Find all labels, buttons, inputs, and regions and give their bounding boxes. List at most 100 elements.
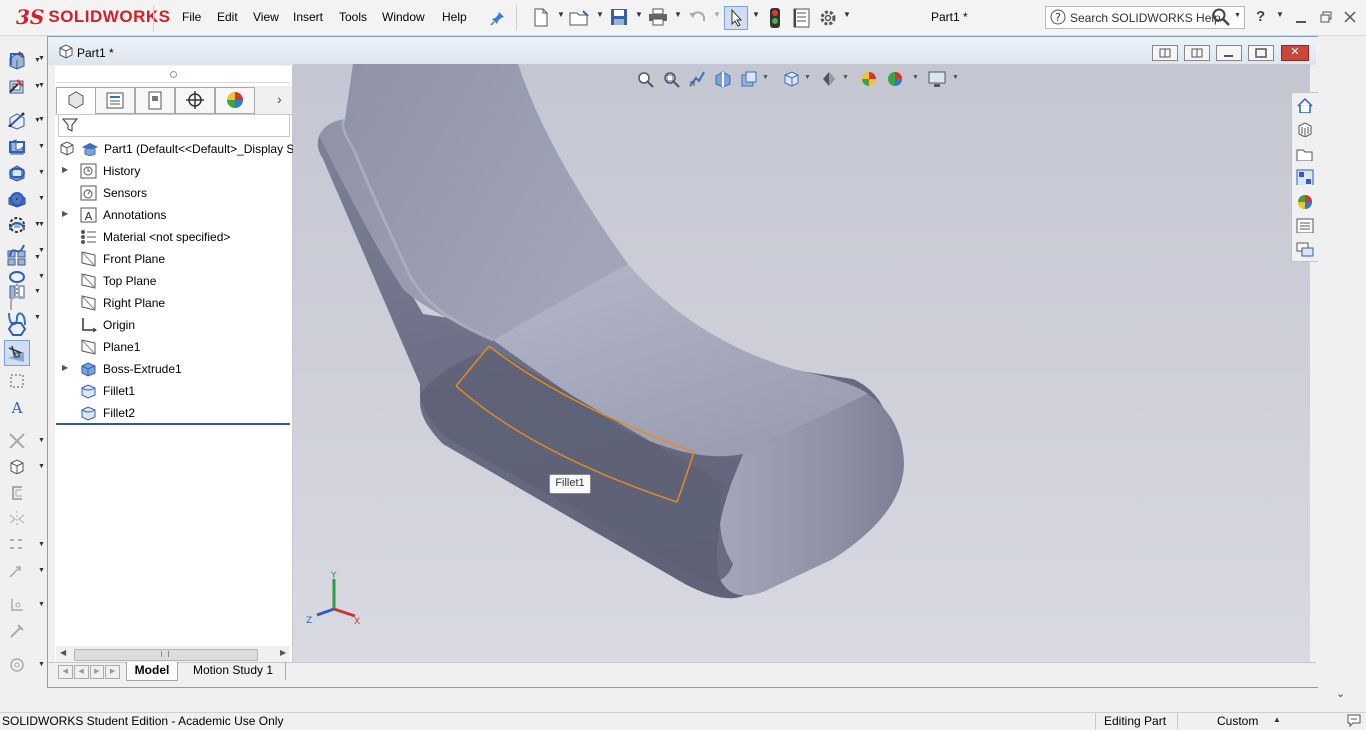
chevron-down-icon[interactable]: ▼ xyxy=(34,254,41,261)
menu-help[interactable]: Help xyxy=(442,10,467,24)
chevron-double-down-icon[interactable]: ⌄ xyxy=(1336,687,1345,700)
tab-configuration-manager[interactable] xyxy=(135,87,175,114)
expand-arrow-icon[interactable]: ▶ xyxy=(62,363,68,372)
menu-edit[interactable]: Edit xyxy=(217,10,238,24)
minimize-icon[interactable] xyxy=(1296,21,1306,23)
ellipse-icon[interactable] xyxy=(8,268,26,284)
display-relations-icon[interactable] xyxy=(8,596,26,612)
select-arrow-icon[interactable] xyxy=(724,6,748,30)
unit-system-selector[interactable]: Custom xyxy=(1217,714,1258,728)
smart-dimension-icon[interactable] xyxy=(8,77,26,93)
convert-entities-icon[interactable] xyxy=(8,458,26,474)
hide-show-items-icon[interactable] xyxy=(860,70,878,88)
tree-item-material-not-specified[interactable]: Material <not specified> xyxy=(56,226,290,248)
tree-item-annotations[interactable]: ▶ A Annotations xyxy=(56,204,290,226)
expand-arrow-icon[interactable]: ▶ xyxy=(62,209,68,218)
chevron-down-icon[interactable]: ▼ xyxy=(596,10,604,19)
tab-model[interactable]: Model xyxy=(126,662,178,681)
slot-icon[interactable] xyxy=(8,164,26,180)
chevron-down-icon[interactable]: ▼ xyxy=(713,10,721,19)
expand-arrow-icon[interactable]: ▶ xyxy=(62,165,68,174)
tab-dimxpert-manager[interactable] xyxy=(175,87,215,114)
chevron-down-icon[interactable]: ▼ xyxy=(762,74,769,81)
graphics-area[interactable]: Y X Z xyxy=(293,64,1310,662)
pin-icon[interactable] xyxy=(490,10,506,26)
chevron-down-icon[interactable]: ▼ xyxy=(557,10,565,19)
restore-icon[interactable] xyxy=(1320,11,1332,23)
trim-entities-icon[interactable] xyxy=(8,432,26,448)
mirror-entities-icon[interactable] xyxy=(8,510,26,526)
plane-sketch-icon[interactable] xyxy=(8,372,26,388)
scroll-thumb[interactable] xyxy=(74,649,258,661)
next-tab-icon[interactable]: ▶ xyxy=(89,665,105,679)
zoom-to-area-icon[interactable] xyxy=(662,70,680,88)
3d-model-seat[interactable]: Y X Z xyxy=(293,64,1310,662)
chevron-down-icon[interactable]: ▼ xyxy=(38,55,45,62)
chevron-up-icon[interactable]: ▲ xyxy=(1273,715,1281,724)
offset-entities-icon[interactable] xyxy=(8,484,26,500)
menu-tools[interactable]: Tools xyxy=(339,10,367,24)
help-search-box[interactable]: ? Search SOLIDWORKS Help ▼ xyxy=(1045,6,1245,29)
repair-sketch-icon[interactable] xyxy=(8,622,26,638)
appearances-icon[interactable] xyxy=(1296,193,1314,209)
tab-feature-manager[interactable] xyxy=(56,87,96,114)
chevron-down-icon[interactable]: ▼ xyxy=(38,169,45,176)
tree-item-fillet1[interactable]: Fillet1 xyxy=(56,380,290,402)
undo-icon[interactable] xyxy=(688,8,708,26)
chevron-down-icon[interactable]: ▼ xyxy=(1234,12,1241,19)
circle-icon[interactable] xyxy=(8,190,26,206)
chevron-down-icon[interactable]: ▼ xyxy=(38,247,45,254)
tree-filter-field[interactable] xyxy=(58,114,290,137)
help-question-icon[interactable]: ? xyxy=(1256,8,1265,25)
options-gear-icon[interactable] xyxy=(818,8,838,28)
chevron-down-icon[interactable]: ▼ xyxy=(912,74,919,81)
maximize-document-button[interactable] xyxy=(1248,45,1274,61)
chevron-down-icon[interactable]: ▼ xyxy=(752,10,760,19)
new-document-icon[interactable] xyxy=(532,8,550,28)
tree-item-fillet2[interactable]: Fillet2 xyxy=(56,402,290,424)
tree-item-plane1[interactable]: Plane1 xyxy=(56,336,290,358)
dynamic-annotation-view-icon[interactable] xyxy=(740,70,758,88)
chevron-down-icon[interactable]: ▼ xyxy=(38,221,45,228)
polygon-icon[interactable] xyxy=(8,320,26,336)
zoom-to-fit-icon[interactable] xyxy=(636,70,654,88)
scroll-right-icon[interactable]: ▶ xyxy=(280,648,286,657)
tree-item-top-plane[interactable]: Top Plane xyxy=(56,270,290,292)
chevron-down-icon[interactable]: ▼ xyxy=(38,463,45,470)
linear-sketch-pattern-icon[interactable] xyxy=(8,536,26,552)
rollback-bar[interactable] xyxy=(56,423,290,425)
search-icon[interactable] xyxy=(1212,8,1230,26)
tab-motion-study[interactable]: Motion Study 1 xyxy=(181,662,286,680)
chevron-down-icon[interactable]: ▼ xyxy=(38,82,45,89)
forum-icon[interactable] xyxy=(1296,241,1314,257)
chevron-down-icon[interactable]: ▼ xyxy=(804,74,811,81)
line-icon[interactable] xyxy=(8,111,26,127)
tree-item-sensors[interactable]: Sensors xyxy=(56,182,290,204)
close-icon[interactable] xyxy=(1344,11,1356,23)
chevron-down-icon[interactable]: ▼ xyxy=(38,195,45,202)
view-settings-monitor-icon[interactable] xyxy=(928,70,946,88)
solidworks-logo[interactable]: 3S SOLIDWORKS xyxy=(16,4,170,30)
chevron-down-icon[interactable]: ▼ xyxy=(38,601,45,608)
point-icon[interactable] xyxy=(8,346,26,362)
tile-vertical-button[interactable] xyxy=(1184,45,1210,61)
rectangle-icon[interactable] xyxy=(8,138,26,154)
filter-icon[interactable] xyxy=(62,117,78,133)
design-library-icon[interactable] xyxy=(1296,121,1314,137)
tab-scroll-buttons[interactable]: ◀ ◀ ▶ ▶ xyxy=(58,665,120,679)
previous-tab-icon[interactable]: ◀ xyxy=(73,665,89,679)
chevron-right-icon[interactable]: › xyxy=(277,91,282,107)
chevron-down-icon[interactable]: ▼ xyxy=(38,273,45,280)
file-properties-icon[interactable] xyxy=(792,8,812,28)
view-palette-icon[interactable] xyxy=(1296,169,1314,185)
chevron-down-icon[interactable]: ▼ xyxy=(38,143,45,150)
file-explorer-icon[interactable] xyxy=(1296,145,1314,161)
quick-snaps-icon[interactable] xyxy=(8,656,26,672)
tab-display-manager[interactable] xyxy=(215,87,255,114)
panel-splitter[interactable] xyxy=(56,68,290,83)
first-tab-icon[interactable]: ◀ xyxy=(58,665,73,679)
open-folder-icon[interactable] xyxy=(569,8,591,28)
chevron-down-icon[interactable]: ▼ xyxy=(38,116,45,123)
tab-property-manager[interactable] xyxy=(95,87,135,114)
quick-tips-icon[interactable] xyxy=(1346,713,1362,728)
